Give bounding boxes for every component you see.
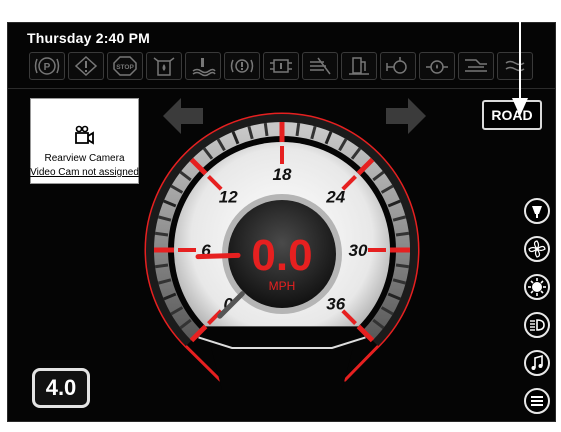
speed-tick-label: 12	[219, 187, 238, 206]
telltale-row: P STOP	[29, 52, 553, 80]
speed-tick-label: 24	[325, 187, 345, 206]
minor-tick	[395, 263, 410, 269]
rearview-camera-tile[interactable]: Rearview Camera Video Cam not assigned	[30, 98, 139, 184]
speed-tick-label: 18	[273, 165, 292, 184]
brightness-icon	[528, 278, 546, 296]
camera-status: Video Cam not assigned	[30, 167, 139, 178]
parking-brake-icon: P	[29, 52, 65, 80]
headlight-icon	[530, 319, 545, 331]
wiper-button[interactable]	[524, 198, 550, 224]
gauge-base	[205, 326, 359, 390]
svg-text:P: P	[44, 62, 51, 73]
transmission-warning-icon	[224, 52, 260, 80]
oil-temp-icon	[419, 52, 455, 80]
air-filter-icon	[302, 52, 338, 80]
odometer-display: 4.0	[32, 368, 90, 408]
music-button[interactable]	[524, 350, 550, 376]
minor-tick	[295, 122, 301, 137]
oil-pressure-icon	[380, 52, 416, 80]
svg-text:STOP: STOP	[116, 64, 134, 71]
camera-icon	[75, 125, 94, 145]
brightness-button[interactable]	[524, 274, 550, 300]
fan-icon	[528, 240, 546, 258]
menu-button[interactable]	[524, 388, 550, 414]
battery-icon	[458, 52, 494, 80]
menu-icon	[531, 396, 543, 406]
header-divider	[7, 88, 556, 89]
speed-readout: 0.0	[251, 231, 312, 280]
speedometer: 061218243036 0.0MPH	[144, 112, 420, 390]
minor-tick	[395, 231, 410, 237]
speed-tick-label: 30	[349, 241, 368, 260]
speed-tick-label: 36	[326, 295, 345, 314]
fuel-level-icon	[341, 52, 377, 80]
needle	[195, 252, 241, 260]
minor-tick	[263, 122, 269, 137]
hydraulic-icon	[263, 52, 299, 80]
headlight-button[interactable]	[524, 312, 550, 338]
date-time: Thursday 2:40 PM	[27, 30, 151, 46]
camera-title: Rearview Camera	[44, 153, 125, 164]
speed-unit: MPH	[269, 279, 296, 293]
minor-tick	[154, 263, 169, 269]
wiper-icon	[532, 206, 542, 218]
music-icon	[531, 354, 543, 370]
warning-triangle-icon	[68, 52, 104, 80]
coolant-level-icon	[185, 52, 221, 80]
fuel-filter-icon	[146, 52, 182, 80]
minor-tick	[154, 231, 169, 237]
fan-button[interactable]	[524, 236, 550, 262]
callout-arrow-icon	[512, 18, 528, 116]
stop-icon: STOP	[107, 52, 143, 80]
